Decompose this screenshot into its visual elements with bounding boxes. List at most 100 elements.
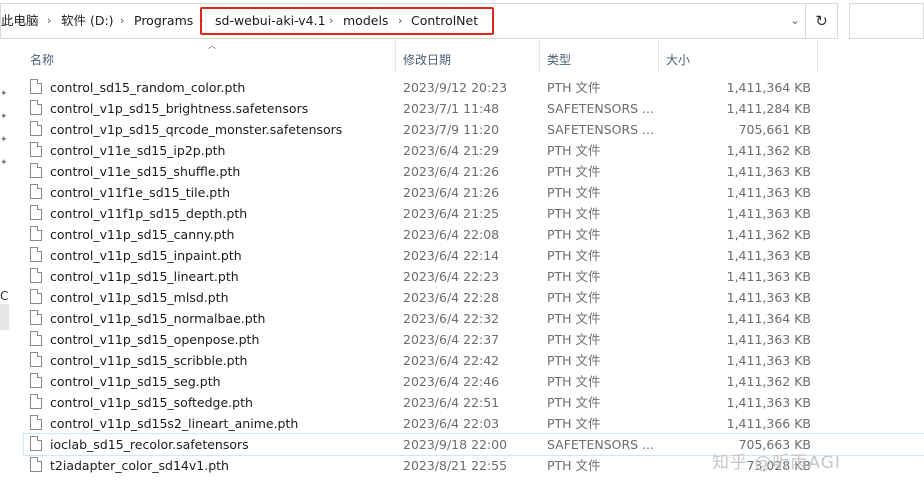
file-icon — [30, 121, 42, 136]
file-size: 1,411,284 KB — [726, 101, 811, 116]
column-divider[interactable] — [817, 40, 818, 72]
file-modified-date: 2023/6/4 21:26 — [403, 185, 500, 200]
file-name: control_v11p_sd15_normalbae.pth — [50, 311, 266, 326]
file-icon — [30, 268, 42, 283]
file-icon — [30, 352, 42, 367]
file-row[interactable]: control_v11p_sd15_openpose.pth 2023/6/4 2… — [24, 329, 924, 350]
breadcrumb-separator-icon[interactable]: › — [47, 4, 51, 38]
file-type: PTH 文件 — [547, 248, 601, 263]
file-type: SAFETENSORS ... — [547, 101, 654, 116]
file-size: 1,411,363 KB — [726, 332, 811, 347]
file-size: 1,411,363 KB — [726, 248, 811, 263]
file-type: PTH 文件 — [547, 416, 601, 431]
address-bar[interactable]: 此电脑 › 软件 (D:) › Programs › sd-webui-aki-… — [0, 3, 835, 39]
file-type: PTH 文件 — [547, 353, 601, 368]
file-size: 705,661 KB — [738, 122, 811, 137]
refresh-button[interactable]: ↻ — [805, 3, 838, 39]
column-size[interactable]: 大小 — [666, 51, 690, 68]
column-divider[interactable] — [539, 40, 540, 72]
file-row[interactable]: control_v11f1e_sd15_tile.pth 2023/6/4 21:… — [24, 182, 924, 203]
file-icon — [30, 436, 42, 451]
file-type: PTH 文件 — [547, 269, 601, 284]
file-name: control_v11p_sd15_openpose.pth — [50, 332, 260, 347]
file-type: PTH 文件 — [547, 374, 601, 389]
nav-item-label[interactable]: C — [0, 289, 8, 303]
file-modified-date: 2023/6/4 21:25 — [403, 206, 500, 221]
file-size: 1,411,362 KB — [726, 227, 811, 242]
file-modified-date: 2023/6/4 22:37 — [403, 332, 500, 347]
column-divider[interactable] — [658, 40, 659, 72]
file-icon — [30, 100, 42, 115]
file-name: control_sd15_random_color.pth — [50, 80, 246, 95]
breadcrumb-separator-icon[interactable]: › — [120, 4, 124, 38]
file-icon — [30, 247, 42, 262]
file-row[interactable]: control_v11p_sd15s2_lineart_anime.pth 202… — [24, 413, 924, 434]
column-type[interactable]: 类型 — [547, 51, 571, 68]
pin-icon: ✦ — [0, 135, 8, 145]
file-modified-date: 2023/6/4 22:14 — [403, 248, 500, 263]
file-modified-date: 2023/6/4 22:32 — [403, 311, 500, 326]
file-size: 1,411,363 KB — [726, 269, 811, 284]
file-size: 1,411,362 KB — [726, 374, 811, 389]
search-input[interactable] — [849, 3, 924, 39]
file-size: 1,411,363 KB — [726, 290, 811, 305]
column-modified[interactable]: 修改日期 — [403, 51, 451, 68]
file-size: 1,411,363 KB — [726, 395, 811, 410]
file-row[interactable]: control_v11p_sd15_scribble.pth 2023/6/4 2… — [24, 350, 924, 371]
breadcrumb-drive-d[interactable]: 软件 (D:) — [61, 4, 114, 38]
file-type: PTH 文件 — [547, 458, 601, 473]
file-icon — [30, 163, 42, 178]
column-divider[interactable] — [395, 40, 396, 72]
file-icon — [30, 331, 42, 346]
file-modified-date: 2023/9/18 22:00 — [403, 437, 508, 452]
file-type: PTH 文件 — [547, 395, 601, 410]
file-row[interactable]: control_v1p_sd15_qrcode_monster.safetens… — [24, 119, 924, 140]
file-row[interactable]: control_v1p_sd15_brightness.safetensors 2… — [24, 98, 924, 119]
file-icon — [30, 373, 42, 388]
address-history-dropdown-icon[interactable]: ⌄ — [783, 4, 807, 38]
file-row[interactable]: control_v11p_sd15_normalbae.pth 2023/6/4 … — [24, 308, 924, 329]
file-modified-date: 2023/6/4 21:29 — [403, 143, 500, 158]
file-row[interactable]: control_v11p_sd15_lineart.pth 2023/6/4 22… — [24, 266, 924, 287]
file-row[interactable]: control_v11p_sd15_mlsd.pth 2023/6/4 22:28… — [24, 287, 924, 308]
pin-icon: ✦ — [0, 89, 8, 99]
file-modified-date: 2023/6/4 22:51 — [403, 395, 500, 410]
watermark: 知乎 @听雨AGI — [712, 453, 841, 473]
file-row[interactable]: control_sd15_random_color.pth 2023/9/12 2… — [24, 77, 924, 98]
file-modified-date: 2023/7/1 11:48 — [403, 101, 500, 116]
file-size: 1,411,363 KB — [726, 206, 811, 221]
file-row[interactable]: control_v11p_sd15_canny.pth 2023/6/4 22:0… — [24, 224, 924, 245]
sort-ascending-icon: ︿ — [208, 41, 216, 50]
nav-item-selected[interactable] — [0, 304, 9, 330]
column-name[interactable]: 名称 — [30, 51, 54, 68]
column-header: ︿ 名称 修改日期 类型 大小 — [22, 40, 924, 76]
file-size: 1,411,366 KB — [726, 416, 811, 431]
file-icon — [30, 289, 42, 304]
file-row[interactable]: control_v11f1p_sd15_depth.pth 2023/6/4 21… — [24, 203, 924, 224]
file-name: control_v1p_sd15_brightness.safetensors — [50, 101, 309, 116]
breadcrumb-programs[interactable]: Programs — [134, 4, 193, 38]
navigation-pane: ✦ ✦ ✦ ✦ C — [0, 40, 12, 496]
file-modified-date: 2023/6/4 22:23 — [403, 269, 500, 284]
file-row[interactable]: control_v11p_sd15_inpaint.pth 2023/6/4 22… — [24, 245, 924, 266]
file-name: control_v11p_sd15_softedge.pth — [50, 395, 253, 410]
file-type: PTH 文件 — [547, 164, 601, 179]
breadcrumb-this-pc[interactable]: 此电脑 — [1, 4, 39, 38]
file-row[interactable]: control_v11e_sd15_shuffle.pth 2023/6/4 21… — [24, 161, 924, 182]
file-row[interactable]: control_v11p_sd15_seg.pth 2023/6/4 22:46 P… — [24, 371, 924, 392]
file-icon — [30, 142, 42, 157]
file-row[interactable]: control_v11p_sd15_softedge.pth 2023/6/4 2… — [24, 392, 924, 413]
pin-icon: ✦ — [0, 112, 8, 122]
file-row[interactable]: control_v11e_sd15_ip2p.pth 2023/6/4 21:29… — [24, 140, 924, 161]
file-type: PTH 文件 — [547, 143, 601, 158]
file-modified-date: 2023/6/4 22:28 — [403, 290, 500, 305]
file-list: control_sd15_random_color.pth 2023/9/12 2… — [23, 77, 924, 476]
file-size: 1,411,363 KB — [726, 353, 811, 368]
file-modified-date: 2023/6/4 22:08 — [403, 227, 500, 242]
file-name: control_v11p_sd15_lineart.pth — [50, 269, 239, 284]
file-type: PTH 文件 — [547, 80, 601, 95]
file-size: 1,411,363 KB — [726, 164, 811, 179]
file-type: PTH 文件 — [547, 227, 601, 242]
file-type: SAFETENSORS ... — [547, 122, 654, 137]
file-icon — [30, 226, 42, 241]
